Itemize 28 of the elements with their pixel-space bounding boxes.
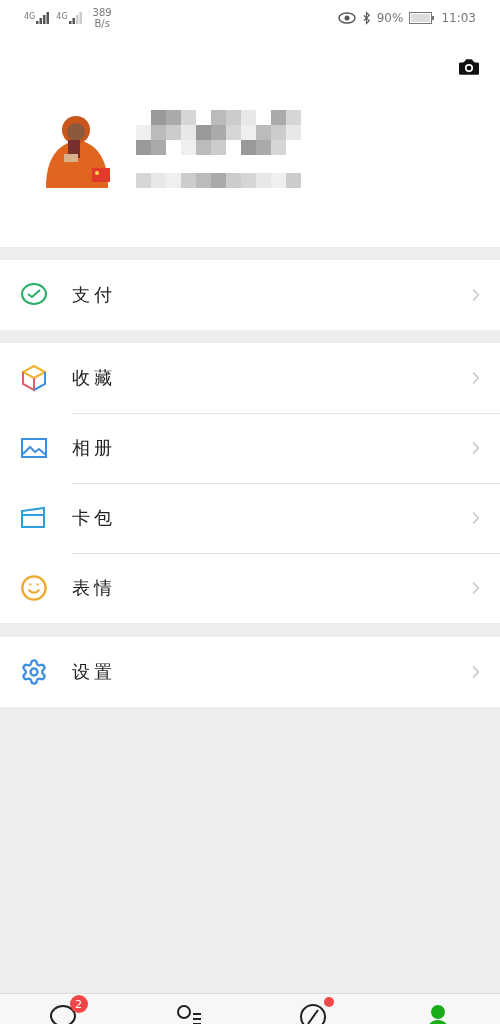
menu-row[interactable]: 支付 xyxy=(0,260,500,330)
network-type: 4G xyxy=(56,12,68,21)
menu-row[interactable]: 设置 xyxy=(0,637,500,707)
menu-label: 收藏 xyxy=(72,365,117,390)
menu-row[interactable]: 卡包 xyxy=(0,483,500,553)
network-type: 4G xyxy=(24,12,36,21)
signal-icon xyxy=(36,12,51,24)
menu-row[interactable]: 收藏 xyxy=(0,343,500,413)
speed-unit: B/s xyxy=(94,18,110,29)
battery-icon xyxy=(409,12,436,24)
cube-icon xyxy=(20,364,48,392)
compass-icon[interactable] xyxy=(297,1002,328,1024)
unread-badge: 2 xyxy=(69,995,88,1013)
menu-row[interactable]: 相册 xyxy=(0,413,500,483)
eye-icon xyxy=(337,12,356,24)
smiley-icon xyxy=(20,574,48,602)
battery-percent: 90% xyxy=(376,11,404,25)
settings-icon xyxy=(20,658,48,686)
menu-label: 相册 xyxy=(72,435,117,460)
bluetooth-icon xyxy=(361,11,371,25)
clock: 11:03 xyxy=(441,11,476,25)
signal-icon xyxy=(68,12,83,24)
menu-label: 设置 xyxy=(72,660,117,684)
menu-label: 表情 xyxy=(72,576,117,600)
network-speed: 389 xyxy=(92,7,112,18)
menu-label: 卡包 xyxy=(72,505,117,530)
menu-row[interactable]: 表情 xyxy=(0,553,500,623)
menu-label: 支付 xyxy=(72,283,117,307)
